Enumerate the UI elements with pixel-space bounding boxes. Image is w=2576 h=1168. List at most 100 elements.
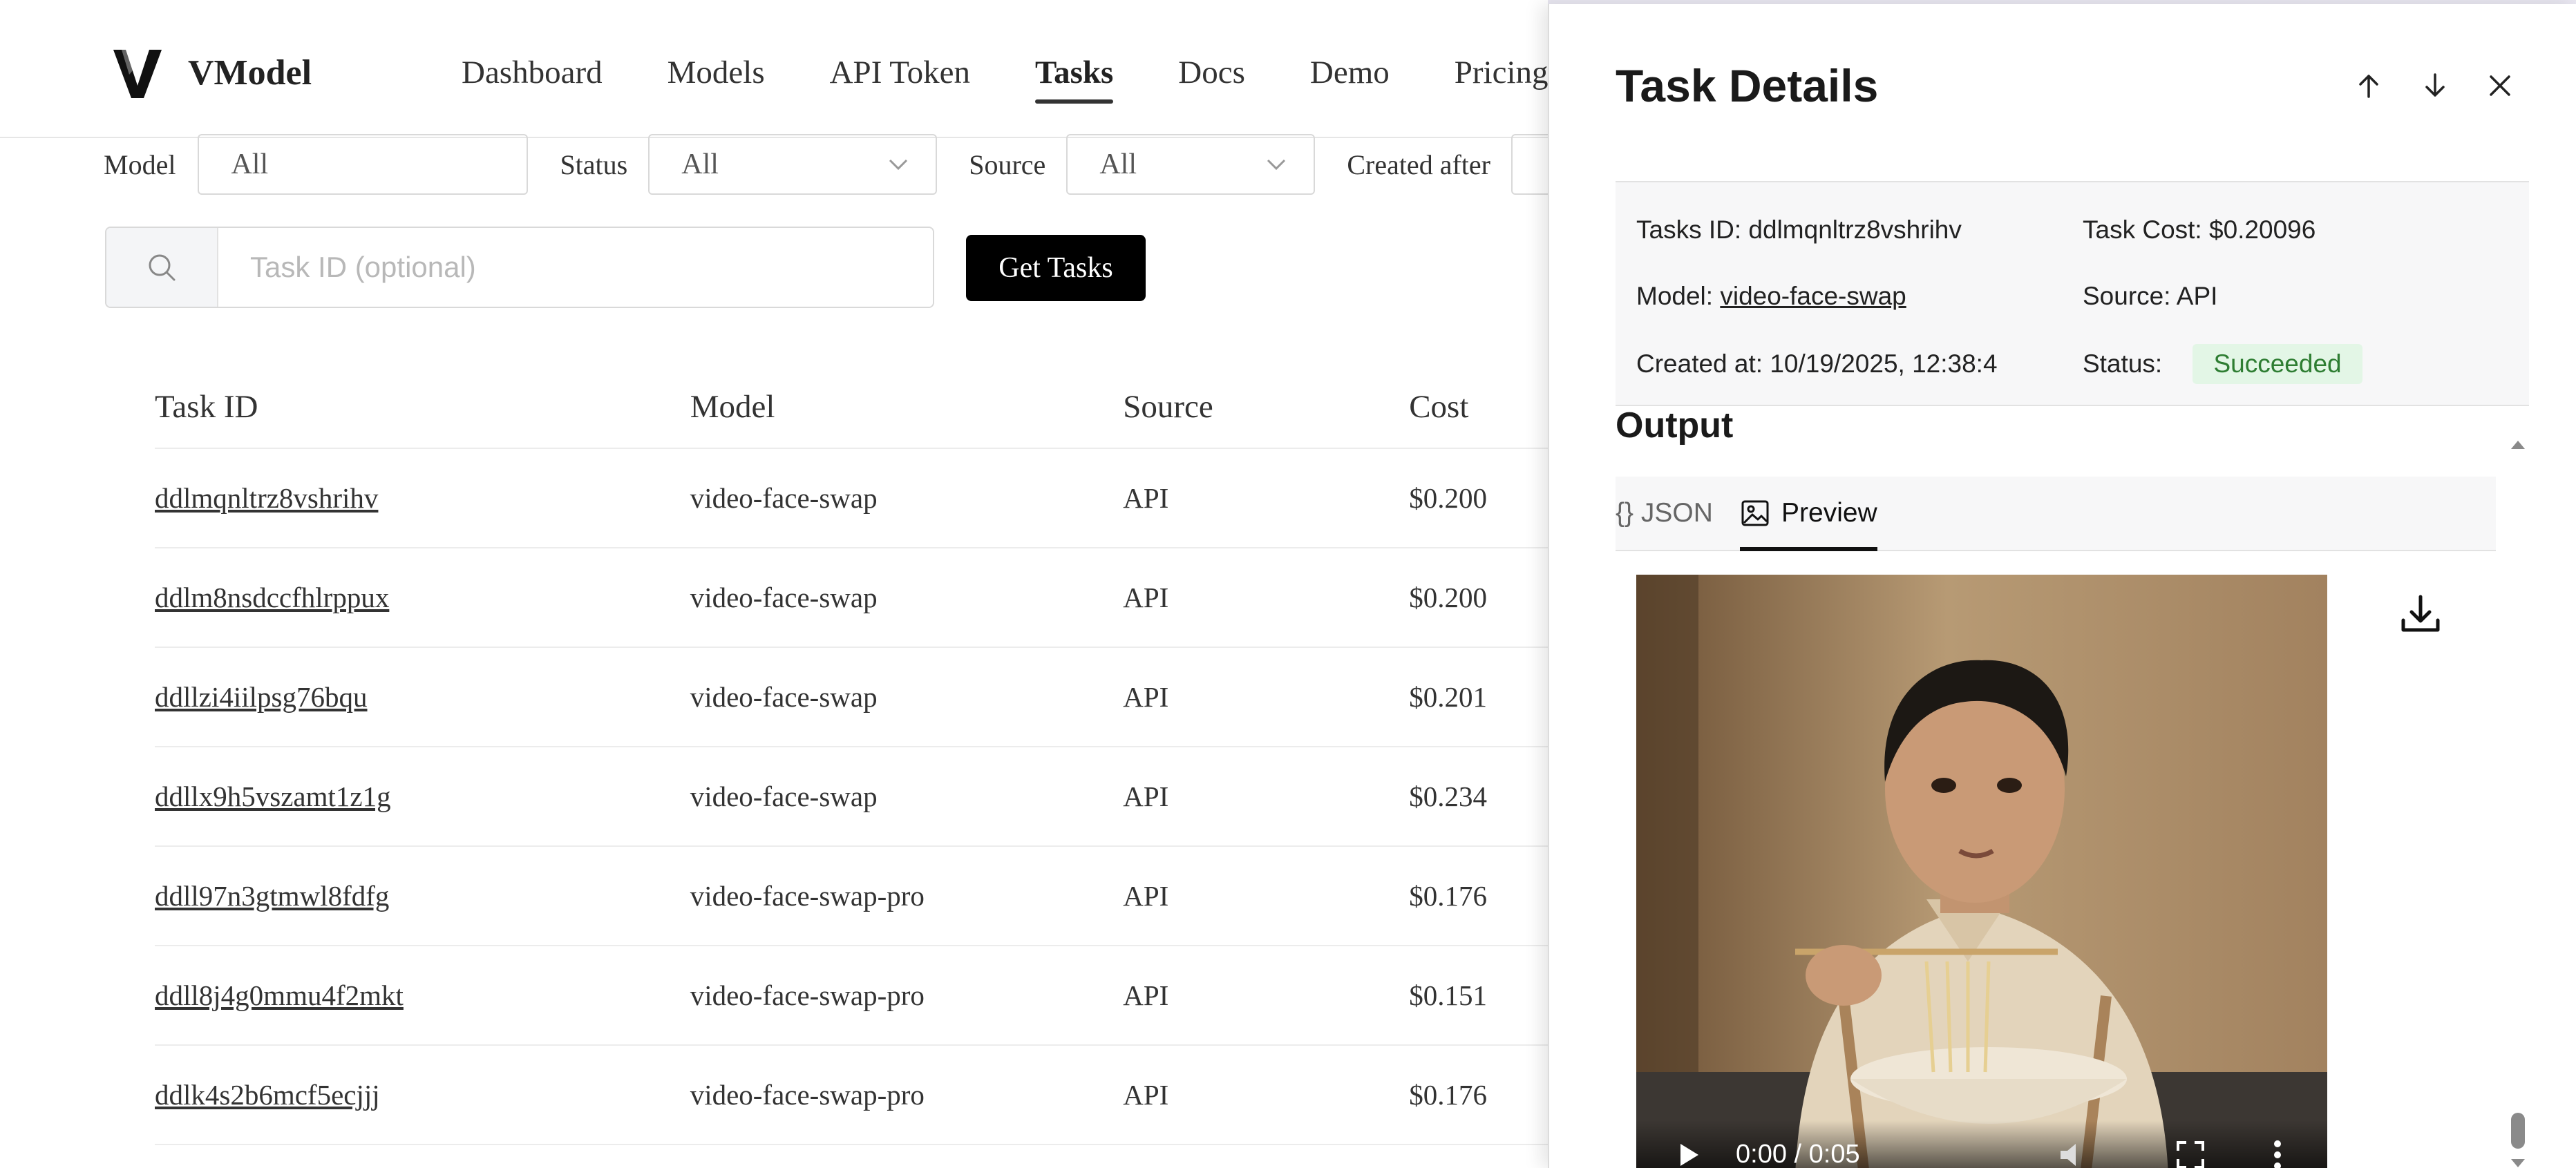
model-filter-label: Model: [104, 149, 176, 180]
task-cost: $0.176: [1409, 880, 1487, 912]
model-filter-select[interactable]: All: [198, 134, 529, 195]
table-row[interactable]: ddlmqnltrz8vshrihv video-face-swap API $…: [155, 449, 1548, 548]
download-icon[interactable]: [2396, 590, 2445, 638]
status-filter-value: All: [681, 149, 719, 180]
task-model: video-face-swap: [690, 781, 878, 812]
output-title: Output: [1616, 405, 1734, 446]
volume-icon[interactable]: [2058, 1141, 2091, 1168]
table-row[interactable]: ddllzi4iilpsg76bqu video-face-swap API $…: [155, 648, 1548, 747]
task-search: [105, 227, 934, 308]
task-model: video-face-swap-pro: [690, 1079, 925, 1111]
task-source: API: [1123, 482, 1169, 514]
col-cost[interactable]: Cost: [1409, 388, 1548, 425]
model-filter-value: All: [231, 149, 269, 180]
nav-tasks[interactable]: Tasks: [1035, 54, 1114, 104]
tab-json-label: {} JSON: [1616, 498, 1713, 528]
table-row[interactable]: ddlm8nsdccfhlrppux video-face-swap API $…: [155, 548, 1548, 648]
created-value: 10/19/2025, 12:38:4: [1770, 350, 1998, 378]
task-source: API: [1123, 979, 1169, 1011]
created-after-label: Created after: [1347, 149, 1490, 180]
task-source: API: [1123, 781, 1169, 812]
tab-preview[interactable]: Preview: [1740, 477, 1877, 551]
table-row[interactable]: ddlk4s2b6mcf5ecjjj video-face-swap-pro A…: [155, 1046, 1548, 1145]
nav-docs[interactable]: Docs: [1178, 54, 1245, 104]
task-info-panel: Tasks ID: ddlmqnltrz8vshrihv Task Cost: …: [1616, 182, 2529, 406]
nav-pricing[interactable]: Pricing: [1455, 54, 1548, 104]
close-icon[interactable]: [2482, 68, 2518, 104]
table-row[interactable]: ddll8j4g0mmu4f2mkt video-face-swap-pro A…: [155, 946, 1548, 1046]
table-row[interactable]: ddll97n3gtmwl8fdfg video-face-swap-pro A…: [155, 847, 1548, 946]
filter-bar: Model All Status All Source All Created …: [104, 134, 1548, 195]
col-model[interactable]: Model: [690, 388, 1124, 425]
nav-demo[interactable]: Demo: [1310, 54, 1390, 104]
task-id-input[interactable]: [218, 228, 933, 307]
model-info: Model: video-face-swap: [1636, 282, 1906, 311]
task-id-link[interactable]: ddlk4s2b6mcf5ecjjj: [155, 1078, 690, 1111]
source-label: Source:: [2083, 282, 2171, 310]
output-video[interactable]: 0:00 / 0:05: [1636, 575, 2327, 1168]
drawer-title: Task Details: [1616, 60, 1879, 111]
video-time: 0:00 / 0:05: [1736, 1140, 1860, 1168]
output-tabs: {} JSON Preview: [1616, 477, 2496, 551]
brand-name[interactable]: VModel: [188, 52, 312, 93]
task-source: API: [1123, 681, 1169, 713]
task-cost: $0.176: [1409, 1079, 1487, 1111]
source-filter-label: Source: [969, 149, 1046, 180]
task-id-link[interactable]: ddlmqnltrz8vshrihv: [155, 481, 690, 515]
tasks-page: VModel Dashboard Models API Token Tasks …: [0, 0, 1548, 1168]
nav-models[interactable]: Models: [667, 54, 765, 104]
chevron-down-icon: [889, 159, 908, 171]
created-after-input[interactable]: [1510, 134, 1548, 195]
task-cost-label: Task Cost:: [2083, 216, 2202, 244]
scrollbar[interactable]: [2503, 432, 2533, 1168]
arrow-down-icon[interactable]: [2417, 68, 2453, 104]
tab-json[interactable]: {} JSON: [1616, 477, 1713, 550]
status-filter-label: Status: [560, 149, 628, 180]
col-task-id[interactable]: Task ID: [155, 388, 690, 425]
source-filter-select[interactable]: All: [1066, 134, 1316, 195]
task-id-value: ddlmqnltrz8vshrihv: [1748, 216, 1962, 244]
task-cost: $0.200: [1409, 582, 1487, 613]
table-row[interactable]: ddllx9h5vszamt1z1g video-face-swap API $…: [155, 747, 1548, 847]
task-model: video-face-swap-pro: [690, 979, 925, 1011]
task-cost: $0.200: [1409, 482, 1487, 514]
vmodel-logo-icon[interactable]: [112, 46, 163, 101]
created-label: Created at:: [1636, 350, 1763, 378]
nav-dashboard[interactable]: Dashboard: [462, 54, 603, 104]
arrow-up-icon[interactable]: [2351, 68, 2387, 104]
nav-api-token[interactable]: API Token: [830, 54, 970, 104]
task-details-drawer: Task Details Tasks ID: ddlmqnltrz8vshrih…: [1548, 4, 2576, 1168]
task-id-info: Tasks ID: ddlmqnltrz8vshrihv: [1636, 216, 1962, 245]
status-label: Status:: [2083, 350, 2163, 378]
video-controls: 0:00 / 0:05: [1636, 1120, 2327, 1168]
task-id-link[interactable]: ddll8j4g0mmu4f2mkt: [155, 979, 690, 1012]
task-id-link[interactable]: ddllzi4iilpsg76bqu: [155, 680, 690, 714]
model-link[interactable]: video-face-swap: [1720, 282, 1906, 310]
source-info: Source: API: [2083, 282, 2217, 311]
task-source: API: [1123, 880, 1169, 912]
more-options-icon[interactable]: [2272, 1138, 2283, 1168]
top-header: VModel Dashboard Models API Token Tasks …: [0, 4, 1548, 138]
col-source[interactable]: Source: [1123, 388, 1409, 425]
status-badge: Succeeded: [2193, 344, 2362, 384]
table-header: Task ID Model Source Cost: [155, 366, 1548, 449]
task-id-link[interactable]: ddlm8nsdccfhlrppux: [155, 581, 690, 614]
tasks-table: Task ID Model Source Cost ddlmqnltrz8vsh…: [155, 366, 1548, 1145]
source-value: API: [2176, 282, 2218, 310]
model-label: Model:: [1636, 282, 1714, 310]
status-filter-select[interactable]: All: [648, 134, 938, 195]
task-id-label: Tasks ID:: [1636, 216, 1742, 244]
task-cost-value: $0.20096: [2209, 216, 2316, 244]
search-icon: [149, 254, 176, 281]
task-cost: $0.234: [1409, 781, 1487, 812]
task-id-link[interactable]: ddllx9h5vszamt1z1g: [155, 780, 690, 813]
created-info: Created at: 10/19/2025, 12:38:4: [1636, 350, 1998, 379]
task-model: video-face-swap-pro: [690, 880, 925, 912]
fullscreen-icon[interactable]: [2175, 1140, 2206, 1168]
task-id-link[interactable]: ddll97n3gtmwl8fdfg: [155, 879, 690, 912]
task-cost: $0.201: [1409, 681, 1487, 713]
task-source: API: [1123, 1079, 1169, 1111]
get-tasks-button[interactable]: Get Tasks: [966, 235, 1146, 301]
video-frame: [1636, 575, 2327, 1168]
play-icon[interactable]: [1678, 1141, 1701, 1168]
